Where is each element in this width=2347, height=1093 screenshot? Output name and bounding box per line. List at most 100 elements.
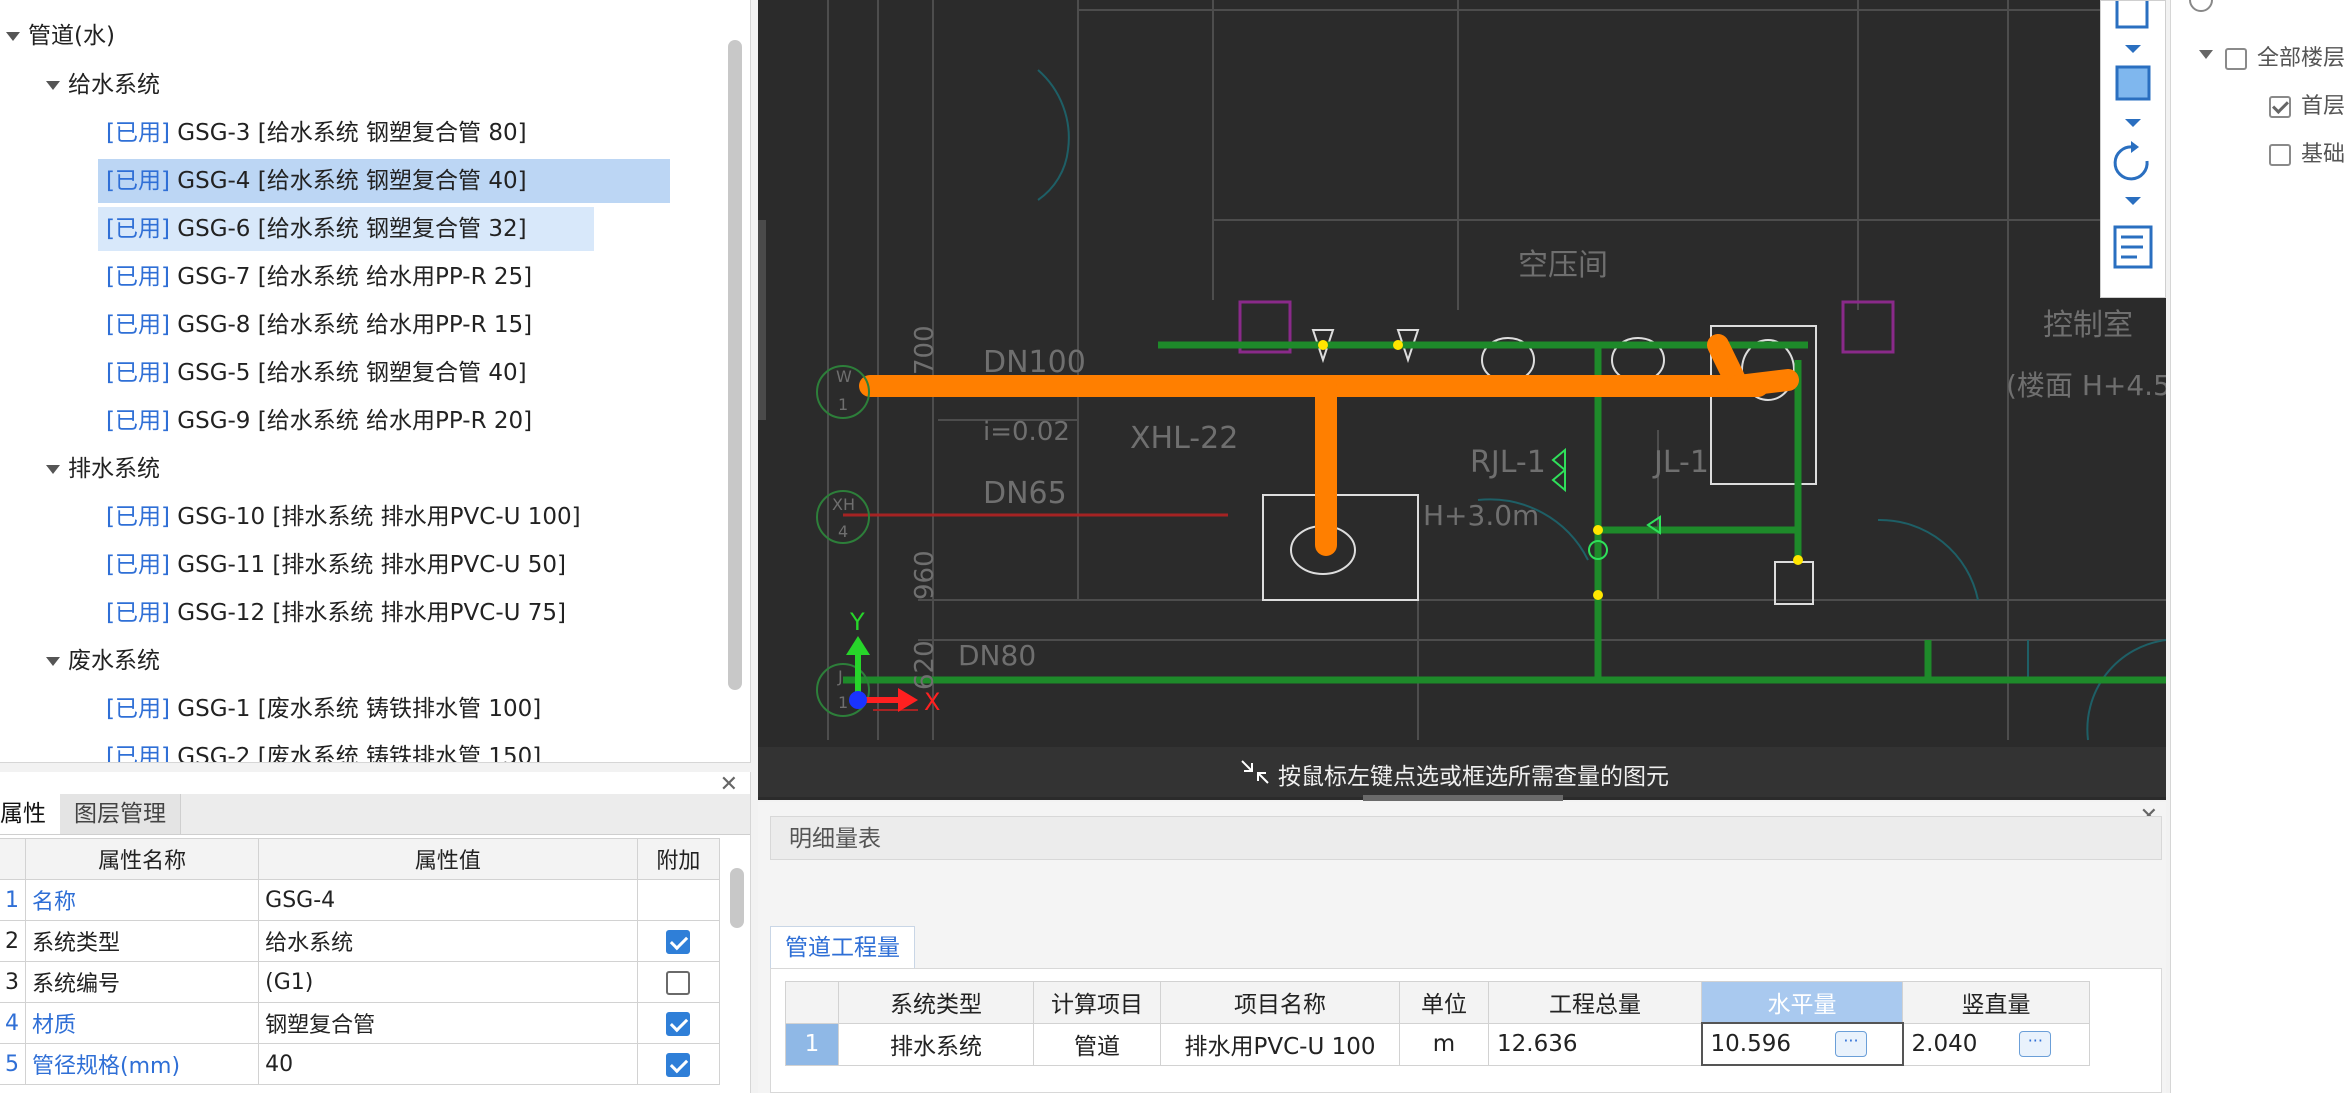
floor-item[interactable]: 基础	[2269, 136, 2345, 168]
label-slope: i=0.02	[983, 417, 1070, 447]
row-number: 4	[0, 1002, 26, 1044]
axis-label: 1	[838, 693, 848, 712]
row-number: 5	[0, 1043, 26, 1085]
row-num-header	[0, 838, 26, 880]
attach-checkbox[interactable]	[666, 1052, 691, 1077]
chevron-down-icon[interactable]	[46, 81, 60, 90]
column-header: 计算项目	[1033, 981, 1161, 1024]
attach-checkbox[interactable]	[666, 1011, 691, 1036]
tab-pipe-quantity[interactable]: 管道工程量	[770, 926, 915, 969]
axis-y-label: Y	[849, 608, 865, 636]
property-name: 名称	[24, 879, 260, 921]
component-tree-panel: 管道(水) 给水系统 [已用] GSG-3 [给水系统 钢塑复合管 80] [已…	[0, 0, 751, 763]
row-number: 1	[785, 1022, 839, 1066]
chevron-down-icon[interactable]	[2199, 50, 2213, 59]
view-toolbar	[2100, 0, 2166, 298]
chevron-down-icon[interactable]	[46, 465, 60, 474]
chevron-down-icon[interactable]	[2125, 45, 2141, 53]
tree-item[interactable]: [已用] GSG-3 [给水系统 钢塑复合管 80]	[98, 111, 543, 155]
cell-horizontal[interactable]: 10.596 ···	[1700, 1022, 1904, 1066]
label-dn80: DN80	[958, 639, 1036, 672]
tab-layer-management[interactable]: 图层管理	[60, 794, 181, 834]
axis-label: 1	[838, 395, 848, 414]
ellipsis-button[interactable]: ···	[1834, 1031, 1867, 1058]
tree-item[interactable]: [已用] GSG-8 [给水系统 给水用PP-R 15]	[98, 303, 548, 347]
view-toolbar-icons	[2113, 0, 2153, 269]
property-panel: ✕ 属性 图层管理 属性名称 属性值 附加 1 名称 GSG-4 2 系统类型 …	[0, 772, 751, 1093]
quantity-table: 系统类型 计算项目 项目名称 单位 工程总量 水平量 竖直量 1 排水系统 管道…	[785, 981, 2090, 1066]
view-3d-icon[interactable]	[2115, 65, 2151, 101]
tree-item[interactable]: [已用] GSG-7 [给水系统 给水用PP-R 25]	[98, 255, 548, 299]
floor-checkbox[interactable]	[2269, 96, 2291, 118]
view-2d-icon[interactable]	[2115, 0, 2149, 29]
property-value[interactable]: 钢塑复合管	[258, 1002, 638, 1044]
attach-checkbox[interactable]	[666, 929, 691, 954]
cell-system-type: 排水系统	[838, 1022, 1034, 1066]
chevron-down-icon[interactable]	[6, 32, 20, 41]
canvas-status-bar: 按鼠标左键点选或框选所需查量的图元	[758, 747, 2166, 801]
quantity-panel-title: 明细量表	[770, 816, 2162, 860]
column-header: 项目名称	[1160, 981, 1400, 1024]
cad-canvas[interactable]: DN100 i=0.02 XHL-22 DN65 DN80 RJL-1 JL-1…	[758, 0, 2166, 800]
table-row[interactable]: 1 排水系统 管道 排水用PVC-U 100 m 12.636 10.596 ··…	[785, 1022, 2090, 1066]
label-620: 620	[910, 640, 940, 690]
tree-item[interactable]: [已用] GSG-10 [排水系统 排水用PVC-U 100]	[98, 495, 597, 539]
tree-item[interactable]: [已用] GSG-12 [排水系统 排水用PVC-U 75]	[98, 591, 582, 635]
floor-item[interactable]: 首层	[2269, 88, 2345, 120]
horizontal-value: 10.596	[1710, 1030, 1791, 1057]
chevron-down-icon[interactable]	[46, 657, 60, 666]
tree-item[interactable]: [已用] GSG-5 [给水系统 钢塑复合管 40]	[98, 351, 543, 395]
property-value[interactable]: 40	[258, 1043, 638, 1085]
tree-item[interactable]: [已用] GSG-6 [给水系统 钢塑复合管 32]	[98, 207, 594, 251]
cell-calc-item: 管道	[1033, 1022, 1161, 1066]
bottom-splitter-handle[interactable]	[1363, 795, 1563, 801]
label-room-control: 控制室	[2043, 308, 2133, 343]
property-value[interactable]: (G1)	[258, 961, 638, 1003]
property-row[interactable]: 1 名称 GSG-4	[0, 879, 721, 921]
tree-scrollbar[interactable]	[728, 40, 742, 690]
left-collapse-handle[interactable]	[758, 220, 766, 420]
cad-drawing[interactable]: DN100 i=0.02 XHL-22 DN65 DN80 RJL-1 JL-1…	[758, 0, 2166, 800]
axis-label: J	[837, 667, 843, 686]
property-row[interactable]: 5 管径规格(mm) 40	[0, 1043, 721, 1085]
tree-item[interactable]: [已用] GSG-1 [废水系统 铸铁排水管 100]	[98, 687, 557, 731]
property-name: 系统类型	[24, 920, 260, 962]
radio-button[interactable]	[2189, 0, 2213, 12]
property-name: 管径规格(mm)	[24, 1043, 260, 1085]
tree-item[interactable]: [已用] GSG-2 [废水系统 铸铁排水管 150]	[98, 735, 557, 762]
tree-item-selected[interactable]: [已用] GSG-4 [给水系统 钢塑复合管 40]	[98, 159, 670, 203]
column-header-selected[interactable]: 水平量	[1701, 981, 1903, 1024]
column-header: 工程总量	[1488, 981, 1702, 1024]
label-height: H+3.0m	[1423, 499, 1539, 532]
floor-checkbox-all[interactable]	[2225, 48, 2247, 70]
tab-properties[interactable]: 属性	[0, 794, 61, 834]
valve-icons	[1551, 447, 1661, 560]
property-value[interactable]: 给水系统	[258, 920, 638, 962]
tree-group-waste-water[interactable]: 废水系统	[46, 639, 160, 683]
floor-checkbox[interactable]	[2269, 144, 2291, 166]
chevron-down-icon[interactable]	[2125, 119, 2141, 127]
property-value[interactable]: GSG-4	[258, 879, 638, 921]
floor-group-all[interactable]: 全部楼层	[2199, 40, 2345, 72]
ellipsis-button[interactable]: ···	[2019, 1031, 2052, 1058]
column-header: 单位	[1399, 981, 1489, 1024]
column	[1841, 300, 1895, 354]
tree-item[interactable]: [已用] GSG-9 [给水系统 给水用PP-R 20]	[98, 399, 548, 443]
property-row[interactable]: 3 系统编号 (G1)	[0, 961, 721, 1003]
quantity-table-container: 系统类型 计算项目 项目名称 单位 工程总量 水平量 竖直量 1 排水系统 管道…	[770, 968, 2162, 1093]
tree-root[interactable]: 管道(水)	[6, 14, 115, 58]
tree-item[interactable]: [已用] GSG-11 [排水系统 排水用PVC-U 50]	[98, 543, 582, 587]
row-number: 3	[0, 961, 26, 1003]
attach-checkbox[interactable]	[666, 970, 691, 995]
tree-group-drainage[interactable]: 排水系统	[46, 447, 160, 491]
label-960: 960	[910, 550, 940, 600]
property-row[interactable]: 4 材质 钢塑复合管	[0, 1002, 721, 1044]
attach-cell	[636, 961, 721, 1003]
label-rjl-1: RJL-1	[1470, 445, 1546, 480]
cell-vertical[interactable]: 2.040 ···	[1902, 1022, 2090, 1066]
property-scrollbar[interactable]	[730, 868, 744, 928]
chevron-down-icon[interactable]	[2125, 197, 2141, 205]
row-number: 1	[0, 879, 26, 921]
tree-group-water-supply[interactable]: 给水系统	[46, 63, 160, 107]
property-row[interactable]: 2 系统类型 给水系统	[0, 920, 721, 962]
